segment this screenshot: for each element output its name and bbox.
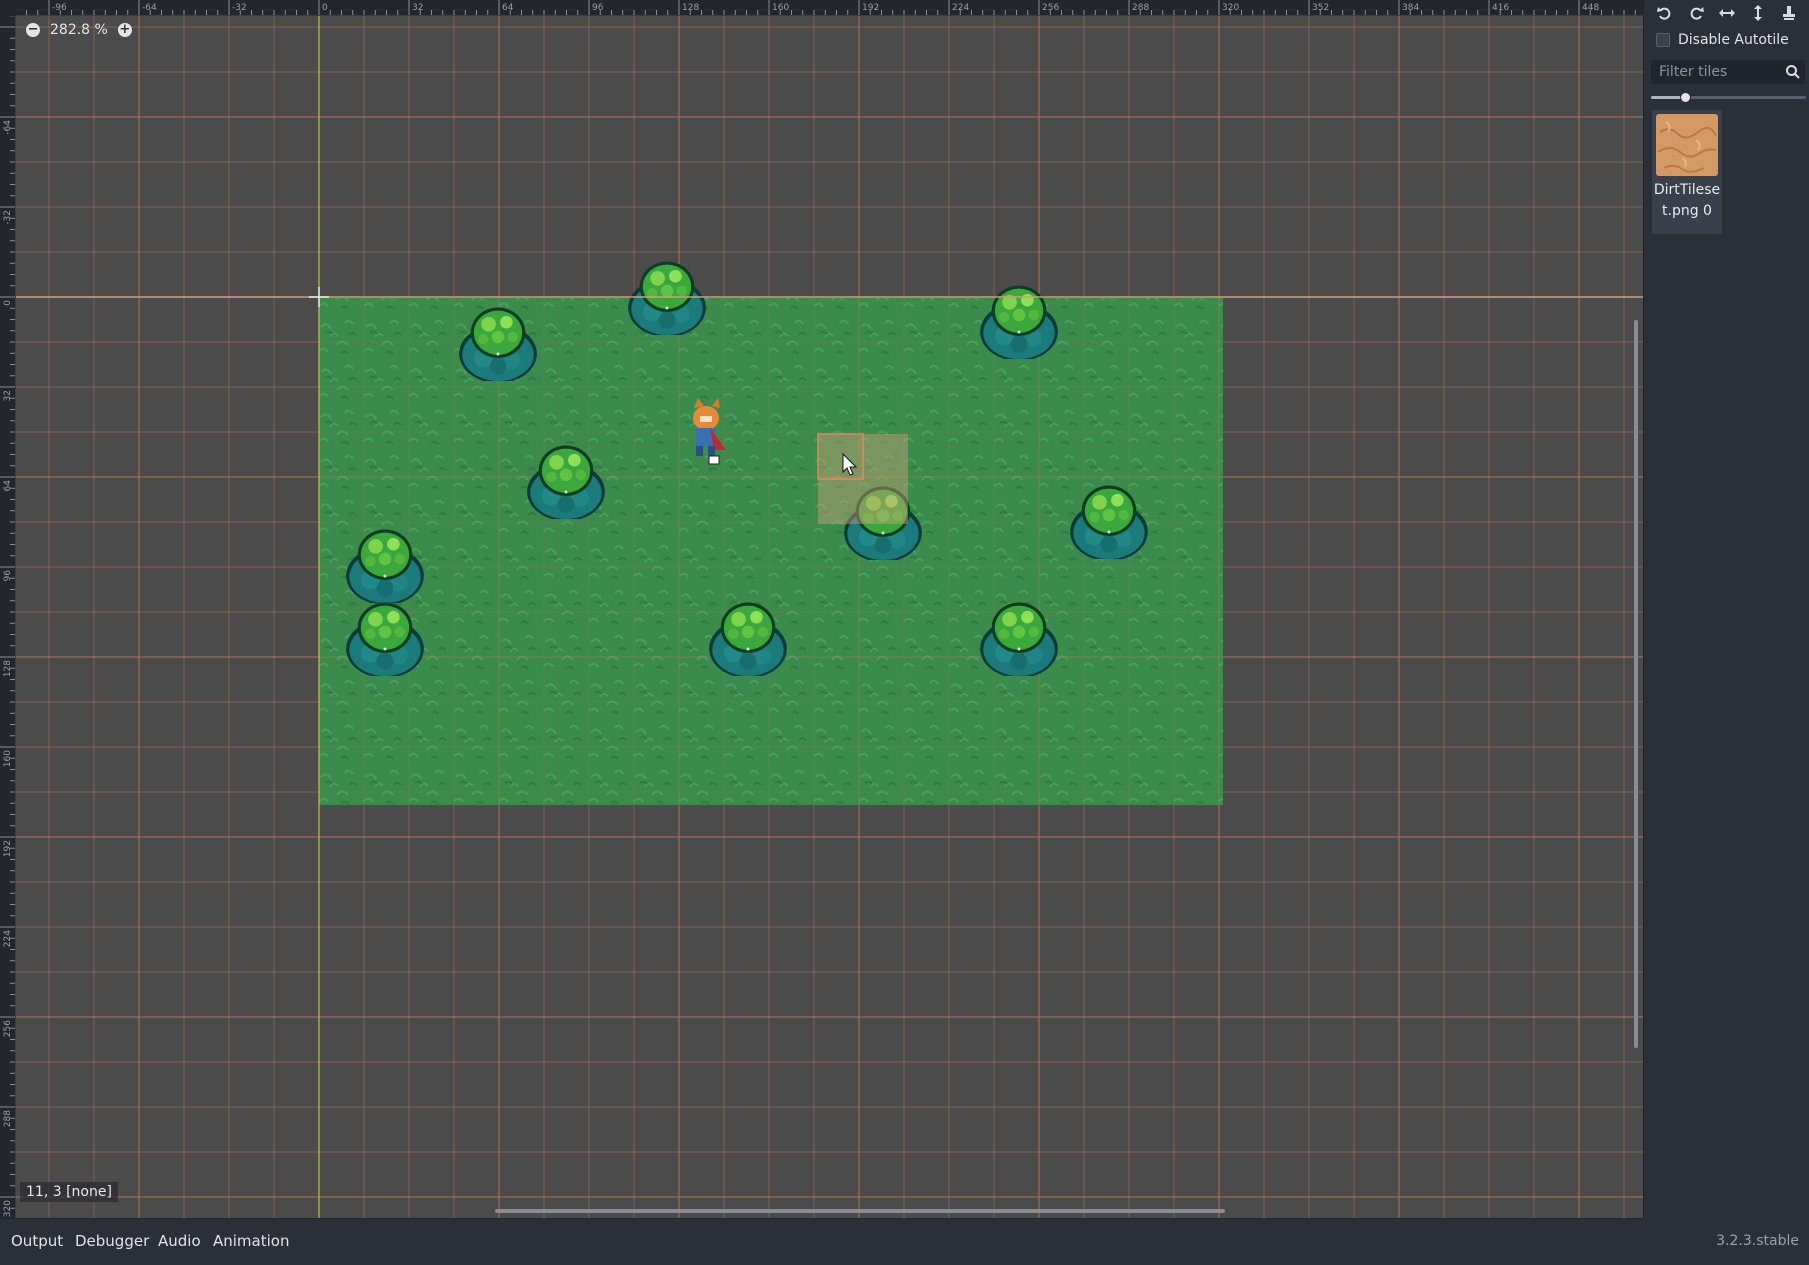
ruler-label: 192 xyxy=(3,840,13,857)
scene-canvas[interactable] xyxy=(0,0,1643,1218)
horizontal-scrollbar[interactable] xyxy=(495,1209,1225,1213)
ruler-label: 96 xyxy=(592,3,604,13)
ruler-label: -64 xyxy=(142,3,157,13)
ruler-label: 288 xyxy=(1132,3,1149,13)
ruler-label: 192 xyxy=(862,3,879,13)
ruler-label: -32 xyxy=(232,3,247,13)
flip-horizontal-icon[interactable] xyxy=(1717,4,1737,22)
ruler-label: 256 xyxy=(1042,3,1059,13)
ruler-label: 96 xyxy=(3,570,13,582)
rotate-right-icon[interactable] xyxy=(1686,4,1706,22)
tile-transform-toolbar xyxy=(1644,0,1809,26)
ruler-label: 32 xyxy=(412,3,423,13)
ruler-label: 320 xyxy=(1222,3,1239,13)
tile-palette-panel: Disable Autotile DirtTileset.png 0 xyxy=(1644,0,1809,1218)
rotate-left-icon[interactable] xyxy=(1655,4,1675,22)
dirt-tile-thumbnail xyxy=(1656,114,1718,176)
ruler-label: 288 xyxy=(3,1110,13,1127)
disable-autotile-checkbox[interactable]: Disable Autotile xyxy=(1656,32,1789,48)
ruler-label: 384 xyxy=(1402,3,1419,13)
canvas-viewport[interactable]: -96 -64 -32 0 32 64 96 128 160 192 224 256 288 320 352… xyxy=(0,0,1644,1219)
ruler-label: 224 xyxy=(3,930,13,947)
version-label: 3.2.3.stable xyxy=(1716,1233,1799,1249)
zoom-out-button[interactable]: − xyxy=(26,23,40,37)
checkbox-box[interactable] xyxy=(1656,33,1670,47)
ruler-label: -96 xyxy=(52,3,67,13)
tab-output[interactable]: Output xyxy=(11,1232,63,1250)
zoom-controls: − 282.8 % + xyxy=(26,22,132,38)
tile-item-label: DirtTileset.png 0 xyxy=(1653,182,1721,219)
zoom-label[interactable]: 282.8 % xyxy=(50,22,108,38)
bush-tree-icon[interactable] xyxy=(628,261,706,338)
ruler-label: -64 xyxy=(3,120,13,135)
ruler-label: 256 xyxy=(3,1020,13,1037)
ruler-label: 0 xyxy=(322,3,328,13)
tab-animation[interactable]: Animation xyxy=(213,1232,289,1250)
ruler-label: 320 xyxy=(3,1200,13,1217)
ruler-label: 224 xyxy=(952,3,969,13)
ruler-label: 416 xyxy=(1492,3,1509,13)
ruler-vertical: -64 -32 0 32 64 96 128 160 192 224 256 288 320 xyxy=(0,0,16,1218)
clear-transform-icon[interactable] xyxy=(1779,4,1799,22)
ruler-horizontal: -96 -64 -32 0 32 64 96 128 160 192 224 256 288 320 352… xyxy=(0,0,1643,16)
ruler-label: 32 xyxy=(3,390,13,401)
ruler-label: 0 xyxy=(3,300,13,306)
zoom-in-button[interactable]: + xyxy=(117,23,132,37)
ruler-label: -32 xyxy=(3,210,13,225)
search-icon xyxy=(1786,65,1800,79)
ruler-label: 448 xyxy=(1582,3,1599,13)
tab-audio[interactable]: Audio xyxy=(158,1232,201,1250)
slider-thumb[interactable] xyxy=(1680,92,1692,103)
ruler-corner xyxy=(0,0,16,16)
ruler-label: 64 xyxy=(502,3,514,13)
ruler-label: 352 xyxy=(1312,3,1329,13)
tab-debugger[interactable]: Debugger xyxy=(75,1232,149,1250)
ruler-label: 128 xyxy=(3,660,13,677)
vertical-scrollbar[interactable] xyxy=(1634,320,1638,1048)
ruler-label: 128 xyxy=(682,3,699,13)
ruler-label: 64 xyxy=(3,480,13,492)
tile-item-dirttileset[interactable]: DirtTileset.png 0 xyxy=(1652,110,1722,234)
ruler-label: 160 xyxy=(772,3,789,13)
tile-coordinate-label: 11, 3 [none] xyxy=(20,1182,118,1202)
flip-vertical-icon[interactable] xyxy=(1748,4,1768,22)
tile-size-slider[interactable] xyxy=(1651,92,1806,103)
disable-autotile-label: Disable Autotile xyxy=(1678,32,1789,48)
ruler-label: 160 xyxy=(3,750,13,767)
filter-tiles-field xyxy=(1651,60,1805,84)
bottom-panel-bar: Output Debugger Audio Animation 3.2.3.st… xyxy=(0,1219,1809,1265)
filter-tiles-input[interactable] xyxy=(1651,60,1783,84)
